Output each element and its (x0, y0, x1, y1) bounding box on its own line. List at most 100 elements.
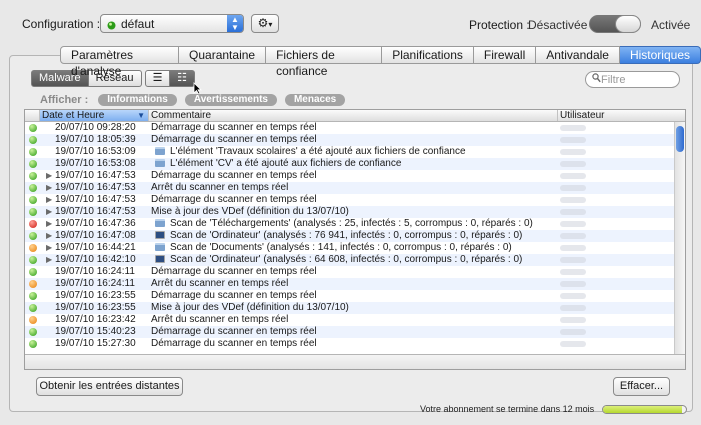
tab-firewall[interactable]: Firewall (473, 46, 537, 64)
top-bar: Configuration : défaut ▲ ▼ ⚙▾ Protection … (0, 0, 701, 44)
scroll-thumb[interactable] (676, 126, 684, 152)
table-row[interactable]: ▶ 19/07/10 16:47:53 Arrêt du scanner en te… (25, 182, 674, 194)
disclosure-triangle-icon[interactable]: ▶ (46, 182, 52, 194)
tab-history[interactable]: Historiques (619, 46, 701, 64)
filter-informations[interactable]: Informations (98, 94, 177, 106)
header-comment[interactable]: Commentaire (149, 110, 558, 121)
table-row[interactable]: 19/07/10 18:05:39 Démarrage du scanner en… (25, 134, 674, 146)
gear-menu-button[interactable]: ⚙▾ (251, 14, 279, 33)
disclosure-triangle-icon[interactable]: ▶ (46, 194, 52, 206)
row-comment: Démarrage du scanner en temps réel (151, 194, 317, 206)
table-row[interactable]: ▶ 19/07/10 16:47:36 Scan de 'Téléchargemen… (25, 218, 674, 230)
table-rows: 20/07/10 09:28:20 Démarrage du scanner en… (25, 122, 674, 350)
row-comment: Démarrage du scanner en temps réel (151, 134, 317, 146)
table-row[interactable]: 19/07/10 16:24:11 Démarrage du scanner en… (25, 266, 674, 278)
table-row[interactable]: 19/07/10 15:27:30 Démarrage du scanner en… (25, 338, 674, 350)
row-comment: Démarrage du scanner en temps réel (151, 122, 317, 134)
search-input[interactable] (601, 73, 676, 86)
row-comment-text: Démarrage du scanner en temps réel (151, 122, 317, 133)
table-row[interactable]: ▶ 19/07/10 16:42:10 Scan de 'Ordinateur' (… (25, 254, 674, 266)
row-comment: L'élément 'CV' a été ajouté aux fichiers… (155, 158, 401, 170)
row-comment: Scan de 'Ordinateur' (analysés : 64 608,… (155, 254, 522, 266)
history-table: Date et Heure ▼ Commentaire Utilisateur … (24, 109, 686, 370)
row-user-redacted (560, 293, 586, 299)
row-user-redacted (560, 209, 586, 215)
status-orange-icon (29, 280, 37, 288)
filter-threats[interactable]: Menaces (284, 94, 346, 106)
row-user-redacted (560, 233, 586, 239)
row-comment-text: Démarrage du scanner en temps réel (151, 194, 317, 205)
row-comment: Arrêt du scanner en temps réel (151, 278, 288, 290)
tab-antivandal[interactable]: Antivandale (536, 46, 620, 64)
row-user-redacted (560, 197, 586, 203)
status-green-icon (29, 184, 37, 192)
row-user-redacted (560, 221, 586, 227)
show-label: Afficher : (40, 94, 89, 106)
row-user-redacted (560, 173, 586, 179)
header-user[interactable]: Utilisateur (558, 110, 674, 121)
protection-state-on: Activée (651, 18, 691, 32)
table-row[interactable]: 20/07/10 09:28:20 Démarrage du scanner en… (25, 122, 674, 134)
header-status-column[interactable] (25, 110, 40, 121)
chevron-down-icon: ▾ (268, 20, 273, 29)
row-comment-text: Démarrage du scanner en temps réel (151, 266, 317, 277)
status-orange-icon (29, 244, 37, 252)
table-row[interactable]: 19/07/10 16:23:42 Arrêt du scanner en tem… (25, 314, 674, 326)
folder-icon (155, 147, 165, 155)
tab-schedules[interactable]: Planifications (382, 46, 474, 64)
table-row[interactable]: ▶ 19/07/10 16:47:53 Mise à jour des VDef (… (25, 206, 674, 218)
table-row[interactable]: 19/07/10 15:40:23 Démarrage du scanner en… (25, 326, 674, 338)
status-green-icon (29, 292, 37, 300)
row-date: 19/07/10 16:47:53 (55, 182, 136, 193)
table-row[interactable]: 19/07/10 16:53:08 L'élément 'CV' a été aj… (25, 158, 674, 170)
table-row[interactable]: 19/07/10 16:24:11 Arrêt du scanner en tem… (25, 278, 674, 290)
table-row[interactable]: ▶ 19/07/10 16:44:21 Scan de 'Documents' (a… (25, 242, 674, 254)
row-date: 19/07/10 16:24:11 (55, 278, 135, 289)
row-user-redacted (560, 281, 586, 287)
row-comment-text: Arrêt du scanner en temps réel (151, 314, 289, 325)
tree-view-button[interactable]: ☷ (170, 70, 195, 87)
row-date: 19/07/10 16:23:55 (55, 290, 136, 301)
row-date: 19/07/10 16:53:09 (55, 146, 136, 157)
tab-quarantine[interactable]: Quarantaine (179, 46, 267, 64)
status-green-icon (29, 136, 37, 144)
protection-label: Protection : (469, 18, 530, 32)
table-row[interactable]: ▶ 19/07/10 16:47:08 Scan de 'Ordinateur' (… (25, 230, 674, 242)
status-green-icon (29, 124, 37, 132)
disclosure-triangle-icon[interactable]: ▶ (46, 206, 52, 218)
table-row[interactable]: ▶ 19/07/10 16:47:53 Démarrage du scanner e… (25, 194, 674, 206)
row-comment-text: Scan de 'Documents' (analysés : 141, inf… (170, 242, 512, 253)
folder-icon (155, 243, 165, 251)
disclosure-triangle-icon[interactable]: ▶ (46, 242, 52, 254)
tab-trusted-files[interactable]: Fichiers de confiance (266, 46, 383, 78)
toggle-knob[interactable] (615, 15, 641, 33)
filter-search-field[interactable] (585, 71, 680, 88)
disclosure-triangle-icon[interactable]: ▶ (46, 218, 52, 230)
vertical-scrollbar[interactable] (674, 122, 685, 354)
disclosure-triangle-icon[interactable]: ▶ (46, 230, 52, 242)
disclosure-triangle-icon[interactable]: ▶ (46, 170, 52, 182)
list-icon: ☰ (152, 72, 163, 84)
row-date: 19/07/10 16:47:53 (55, 206, 136, 217)
table-row[interactable]: 19/07/10 16:23:55 Démarrage du scanner en… (25, 290, 674, 302)
list-view-button[interactable]: ☰ (145, 70, 170, 87)
protection-toggle[interactable] (589, 15, 641, 33)
configuration-select[interactable]: défaut ▲ ▼ (100, 14, 244, 33)
disclosure-triangle-icon[interactable]: ▶ (46, 254, 52, 266)
header-date[interactable]: Date et Heure ▼ (40, 110, 149, 121)
row-date: 19/07/10 16:53:08 (55, 158, 136, 169)
table-footer-bar (25, 354, 685, 369)
row-comment-text: Arrêt du scanner en temps réel (151, 182, 289, 193)
tab-scan-settings[interactable]: Paramètres d'analyse (60, 46, 180, 78)
filter-warnings[interactable]: Avertissements (184, 94, 277, 106)
get-remote-entries-button[interactable]: Obtenir les entrées distantes (36, 377, 183, 396)
status-green-icon (29, 340, 37, 348)
row-comment-text: Démarrage du scanner en temps réel (151, 134, 317, 145)
table-row[interactable]: 19/07/10 16:53:09 L'élément 'Travaux scol… (25, 146, 674, 158)
row-comment: Mise à jour des VDef (définition du 13/0… (151, 206, 349, 218)
table-row[interactable]: ▶ 19/07/10 16:47:53 Démarrage du scanner e… (25, 170, 674, 182)
row-user-redacted (560, 125, 586, 131)
subscription-progress-bar (602, 405, 687, 414)
clear-button[interactable]: Effacer... (613, 377, 670, 396)
table-row[interactable]: 19/07/10 16:23:55 Mise à jour des VDef (d… (25, 302, 674, 314)
